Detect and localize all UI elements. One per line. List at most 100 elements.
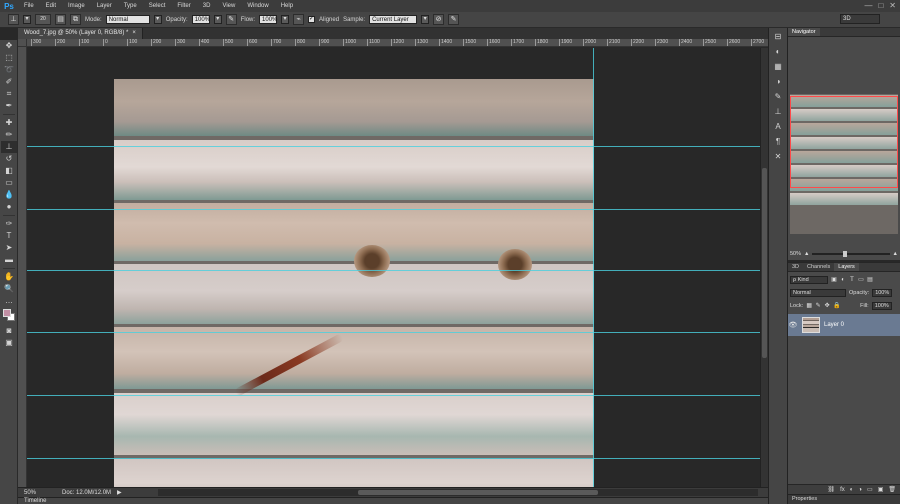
maximize-icon[interactable]: □ xyxy=(878,1,883,11)
layer-row[interactable]: 👁 Layer 0 xyxy=(788,314,900,336)
horizontal-guide[interactable] xyxy=(27,270,760,271)
tab-channels[interactable]: Channels xyxy=(803,263,834,271)
horizontal-scrollbar-thumb[interactable] xyxy=(358,490,598,495)
menu-view[interactable]: View xyxy=(216,0,241,12)
lasso-tool-icon[interactable]: ➰ xyxy=(1,64,17,76)
brush-panel-icon[interactable]: ▤ xyxy=(55,14,66,25)
horizontal-guide[interactable] xyxy=(27,209,760,210)
flow-dropdown-icon[interactable]: ▾ xyxy=(281,15,290,24)
smart-object-filter-icon[interactable]: ▤ xyxy=(867,277,873,283)
tool-preset-dropdown[interactable]: ▾ xyxy=(23,15,31,24)
link-layers-icon[interactable]: ⛓ xyxy=(827,486,835,493)
navigator-tab[interactable]: Navigator xyxy=(788,28,820,36)
tab-layers[interactable]: Layers xyxy=(834,263,859,271)
healing-brush-tool-icon[interactable]: ✚ xyxy=(1,117,17,129)
vertical-guide[interactable] xyxy=(593,48,594,487)
opacity-field[interactable]: 100% xyxy=(191,15,210,24)
type-tool-icon[interactable]: T xyxy=(1,230,17,242)
zoom-tool-icon[interactable]: 🔍 xyxy=(1,283,17,295)
zoom-in-icon[interactable]: ▲ xyxy=(893,251,898,257)
adjustments-panel-icon[interactable]: ◑ xyxy=(771,76,785,88)
sample-select[interactable]: Current Layer xyxy=(369,15,418,24)
lock-transparent-icon[interactable]: ▦ xyxy=(806,303,812,309)
screen-mode-icon[interactable]: ▣ xyxy=(1,337,17,349)
brush-preset-picker[interactable]: 20 xyxy=(35,14,51,25)
lock-all-icon[interactable]: 🔒 xyxy=(833,303,840,309)
menu-help[interactable]: Help xyxy=(275,0,299,12)
marquee-tool-icon[interactable]: ⬚ xyxy=(1,52,17,64)
mode-dropdown-icon[interactable]: ▾ xyxy=(153,15,162,24)
quick-selection-tool-icon[interactable]: ✐ xyxy=(1,76,17,88)
close-icon[interactable]: ✕ xyxy=(889,1,896,11)
pixel-filter-icon[interactable]: ▣ xyxy=(831,277,837,283)
close-tab-icon[interactable]: × xyxy=(132,28,136,39)
flow-field[interactable]: 100% xyxy=(259,15,277,24)
eraser-tool-icon[interactable]: ◧ xyxy=(1,165,17,177)
layer-name[interactable]: Layer 0 xyxy=(824,322,844,328)
timeline-tab[interactable]: Timeline xyxy=(18,497,768,504)
character-panel-icon[interactable]: A xyxy=(771,121,785,133)
menu-window[interactable]: Window xyxy=(241,0,274,12)
vertical-scrollbar[interactable] xyxy=(760,48,768,487)
menu-layer[interactable]: Layer xyxy=(91,0,118,12)
pressure-opacity-icon[interactable]: ✎ xyxy=(225,14,237,25)
history-brush-tool-icon[interactable]: ↺ xyxy=(1,153,17,165)
tools-presets-panel-icon[interactable]: ✕ xyxy=(771,151,785,163)
menu-select[interactable]: Select xyxy=(143,0,172,12)
horizontal-guide[interactable] xyxy=(27,395,760,396)
layer-kind-filter[interactable]: ρ Kind xyxy=(790,276,828,284)
path-selection-tool-icon[interactable]: ➤ xyxy=(1,242,17,254)
mode-select[interactable]: Normal xyxy=(105,15,150,24)
brush-tool-icon[interactable]: ✏ xyxy=(1,129,17,141)
new-group-icon[interactable]: ▭ xyxy=(867,486,873,493)
shape-tool-icon[interactable]: ▬ xyxy=(1,254,17,266)
menu-edit[interactable]: Edit xyxy=(40,0,62,12)
layer-style-icon[interactable]: fx xyxy=(840,487,845,493)
pen-tool-icon[interactable]: ✑ xyxy=(1,218,17,230)
navigator-zoom-value[interactable]: 50% xyxy=(790,251,801,257)
clone-source-panel-icon[interactable]: ⧉ xyxy=(70,14,81,25)
menu-type[interactable]: Type xyxy=(118,0,143,12)
workspace-select[interactable]: 3D xyxy=(840,14,880,24)
swatches-panel-icon[interactable]: ▦ xyxy=(771,61,785,73)
horizontal-ruler[interactable]: 300 200 100 0 100 200 300 400 500 600 700 800 900 100… xyxy=(27,39,768,47)
extra-tools-icon[interactable]: … xyxy=(1,295,17,307)
clone-stamp-tool-icon[interactable]: ⊥ xyxy=(1,141,17,153)
zoom-slider-knob[interactable] xyxy=(843,251,848,257)
type-filter-icon[interactable]: T xyxy=(849,277,855,283)
menu-filter[interactable]: Filter xyxy=(171,0,196,12)
aligned-checkbox[interactable]: ✓ xyxy=(308,16,316,23)
layer-mask-icon[interactable]: ◐ xyxy=(850,487,854,493)
trash-icon[interactable]: 🗑 xyxy=(888,486,896,493)
color-panel-icon[interactable]: ◐ xyxy=(771,46,785,58)
minimize-icon[interactable]: — xyxy=(864,1,872,11)
fill-field[interactable]: 100% xyxy=(871,302,892,310)
dodge-tool-icon[interactable]: ● xyxy=(1,201,17,213)
navigator-zoom-slider[interactable] xyxy=(812,251,890,257)
wood-image[interactable] xyxy=(114,79,594,487)
hand-tool-icon[interactable]: ✋ xyxy=(1,271,17,283)
brush-presets-panel-icon[interactable]: ✎ xyxy=(771,91,785,103)
quick-mask-icon[interactable]: ◙ xyxy=(1,325,17,337)
opacity-dropdown-icon[interactable]: ▾ xyxy=(213,15,222,24)
new-layer-icon[interactable]: ▣ xyxy=(878,486,884,493)
blend-mode-select[interactable]: Normal xyxy=(790,289,846,297)
lock-position-icon[interactable]: ✥ xyxy=(824,303,830,309)
adjustment-layer-icon[interactable]: ◑ xyxy=(858,487,862,493)
move-tool-icon[interactable]: ✥ xyxy=(1,40,17,52)
horizontal-guide[interactable] xyxy=(27,146,760,147)
clone-stamp-preset-icon[interactable]: ⊥ xyxy=(8,14,19,25)
vertical-ruler[interactable] xyxy=(18,39,27,487)
menu-file[interactable]: File xyxy=(18,0,40,12)
zoom-out-icon[interactable]: ▲ xyxy=(804,251,809,257)
sample-dropdown-icon[interactable]: ▾ xyxy=(421,15,430,24)
navigator-view-box[interactable] xyxy=(790,96,898,188)
layer-opacity-field[interactable]: 100% xyxy=(872,289,893,297)
lock-image-icon[interactable]: ✎ xyxy=(815,303,821,309)
tab-3d[interactable]: 3D xyxy=(788,263,803,271)
blur-tool-icon[interactable]: 💧 xyxy=(1,189,17,201)
zoom-level[interactable]: 50% xyxy=(24,490,36,496)
menu-image[interactable]: Image xyxy=(62,0,91,12)
navigator-thumbnail[interactable] xyxy=(790,94,898,234)
status-menu-arrow-icon[interactable]: ▶ xyxy=(117,489,122,496)
